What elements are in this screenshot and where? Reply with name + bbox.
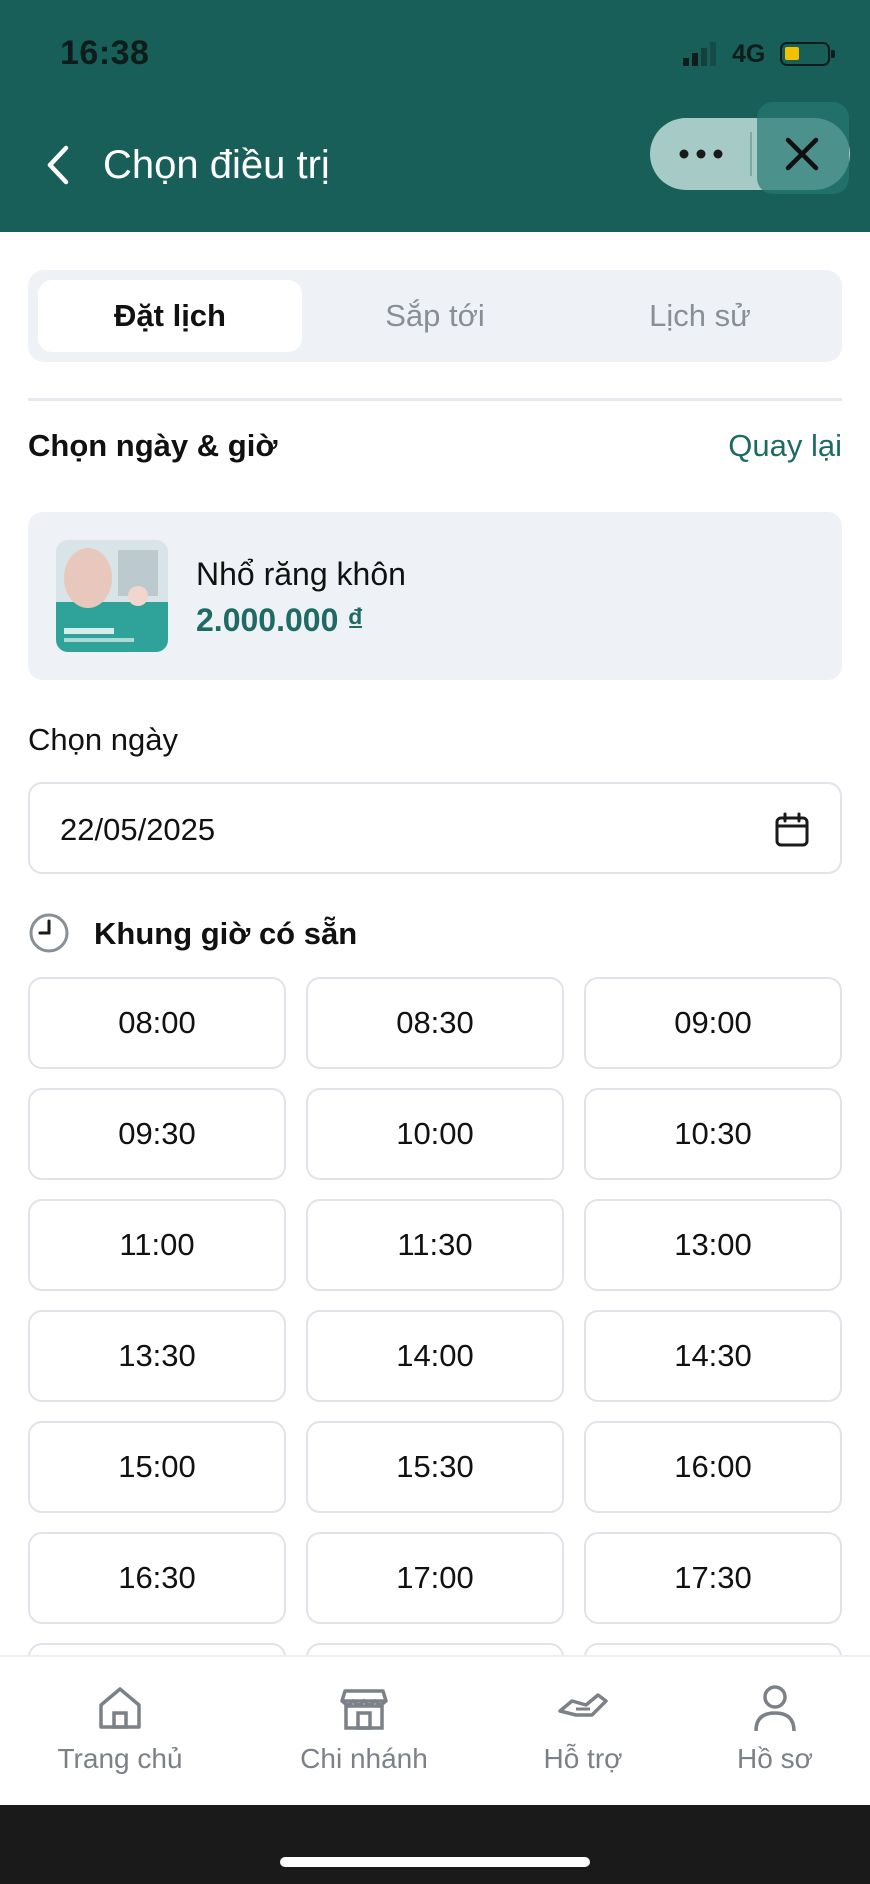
nav-profile-label: Hồ sơ bbox=[737, 1743, 813, 1774]
time-slot[interactable]: 14:00 bbox=[306, 1310, 564, 1402]
time-slot[interactable]: 17:30 bbox=[584, 1532, 842, 1624]
time-slot[interactable]: 09:30 bbox=[28, 1088, 286, 1180]
time-slot[interactable]: 15:00 bbox=[28, 1421, 286, 1513]
time-slot-grid: 08:00 08:30 09:00 09:30 10:00 10:30 11:0… bbox=[28, 977, 842, 1655]
app-header: 16:38 4G Chọn điều trị bbox=[0, 0, 870, 232]
time-slot-partial[interactable] bbox=[584, 1643, 842, 1655]
nav-branches[interactable]: Chi nhánh bbox=[264, 1681, 464, 1775]
back-arrow-icon[interactable] bbox=[38, 140, 78, 190]
time-slot[interactable]: 10:30 bbox=[584, 1088, 842, 1180]
handshake-icon bbox=[558, 1693, 608, 1717]
system-home-bar bbox=[0, 1805, 870, 1884]
time-slot-partial[interactable] bbox=[306, 1643, 564, 1655]
nav-support-label: Hỗ trợ bbox=[543, 1743, 623, 1774]
service-thumbnail bbox=[56, 540, 168, 652]
status-time: 16:38 bbox=[60, 34, 150, 72]
nav-support[interactable]: Hỗ trợ bbox=[483, 1681, 683, 1775]
nav-home-label: Trang chủ bbox=[57, 1743, 183, 1774]
calendar-icon[interactable] bbox=[774, 812, 810, 848]
battery-icon bbox=[780, 42, 835, 66]
divider bbox=[28, 398, 842, 401]
service-card: Nhổ răng khôn 2.000.000 ₫ bbox=[28, 512, 842, 680]
time-slot[interactable]: 08:30 bbox=[306, 977, 564, 1069]
home-indicator[interactable] bbox=[280, 1857, 590, 1867]
time-slot[interactable]: 14:30 bbox=[584, 1310, 842, 1402]
back-link[interactable]: Quay lại bbox=[728, 428, 842, 464]
date-field[interactable]: 22/05/2025 bbox=[28, 782, 842, 874]
network-label: 4G bbox=[732, 40, 766, 68]
time-slot[interactable]: 11:30 bbox=[306, 1199, 564, 1291]
bottom-nav: Trang chủ Chi nhánh Hỗ trợ Hồ sơ bbox=[0, 1655, 870, 1805]
date-value: 22/05/2025 bbox=[60, 812, 216, 847]
user-icon bbox=[754, 1685, 796, 1732]
time-slot[interactable]: 16:30 bbox=[28, 1532, 286, 1624]
close-icon[interactable] bbox=[782, 134, 822, 174]
time-slot[interactable]: 08:00 bbox=[28, 977, 286, 1069]
tab-history[interactable]: Lịch sử bbox=[568, 280, 832, 352]
nav-home[interactable]: Trang chủ bbox=[20, 1681, 220, 1775]
time-slot[interactable]: 09:00 bbox=[584, 977, 842, 1069]
time-slot[interactable]: 16:00 bbox=[584, 1421, 842, 1513]
time-slot[interactable]: 13:00 bbox=[584, 1199, 842, 1291]
section-title: Chọn ngày & giờ bbox=[28, 428, 278, 463]
page-title: Chọn điều trị bbox=[103, 143, 330, 187]
tab-booking[interactable]: Đặt lịch bbox=[38, 280, 302, 352]
time-slot[interactable]: 17:00 bbox=[306, 1532, 564, 1624]
more-options-icon[interactable] bbox=[676, 140, 726, 168]
time-slot[interactable]: 15:30 bbox=[306, 1421, 564, 1513]
home-icon bbox=[99, 1687, 141, 1729]
tab-upcoming[interactable]: Sắp tới bbox=[303, 280, 567, 352]
signal-icon bbox=[683, 42, 716, 66]
store-icon bbox=[340, 1689, 388, 1730]
time-slot[interactable]: 11:00 bbox=[28, 1199, 286, 1291]
date-label: Chọn ngày bbox=[28, 722, 178, 757]
nav-branches-label: Chi nhánh bbox=[300, 1743, 428, 1774]
service-price: 2.000.000 ₫ bbox=[196, 602, 364, 638]
time-slot-partial[interactable] bbox=[28, 1643, 286, 1655]
time-slot[interactable]: 13:30 bbox=[28, 1310, 286, 1402]
tab-bar: Đặt lịch Sắp tới Lịch sử bbox=[28, 270, 842, 362]
time-slot[interactable]: 10:00 bbox=[306, 1088, 564, 1180]
service-name: Nhổ răng khôn bbox=[196, 556, 406, 592]
slots-title: Khung giờ có sẵn bbox=[94, 916, 358, 951]
nav-profile[interactable]: Hồ sơ bbox=[675, 1681, 870, 1775]
clock-icon bbox=[29, 913, 69, 953]
